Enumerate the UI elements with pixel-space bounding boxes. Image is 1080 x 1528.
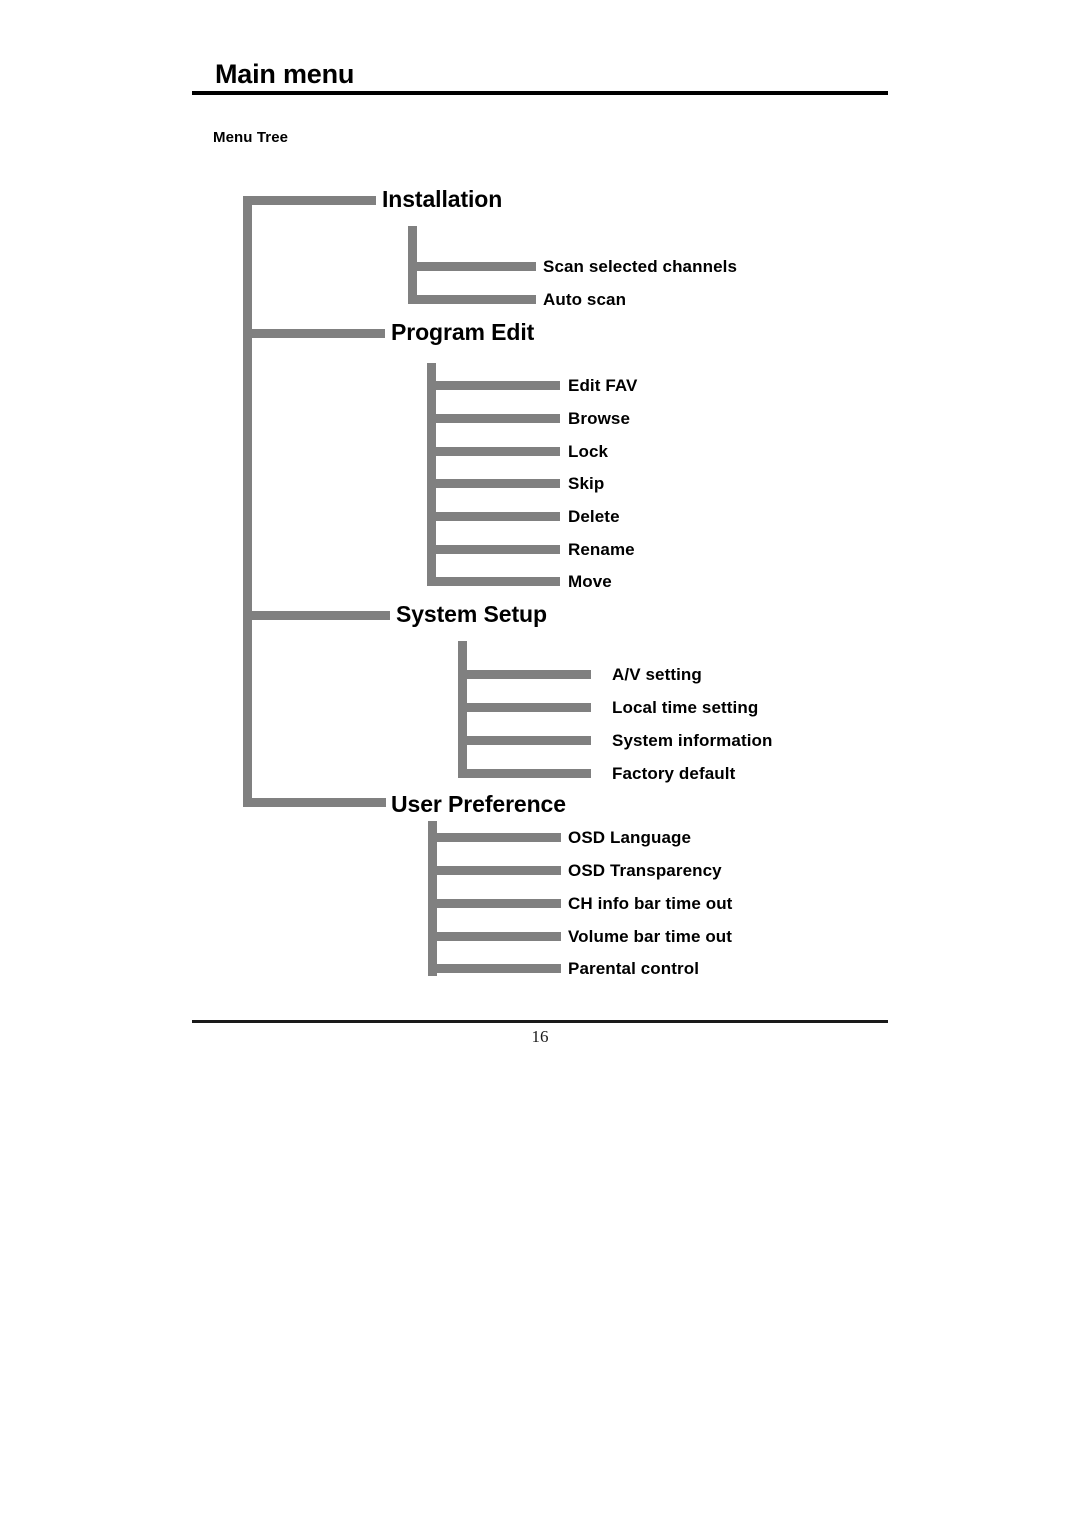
menu-tree-diagram: Installation Scan selected channels Auto…	[0, 0, 1080, 1020]
tree-connector-local-time-setting	[458, 703, 591, 712]
tree-connector-user-preference	[243, 798, 386, 807]
tree-connector-browse	[427, 414, 560, 423]
tree-connector-program-edit	[243, 329, 385, 338]
tree-connector-edit-fav	[427, 381, 560, 390]
tree-leaf-local-time-setting[interactable]: Local time setting	[612, 698, 758, 718]
tree-leaf-auto-scan[interactable]: Auto scan	[543, 290, 626, 310]
tree-connector-skip	[427, 479, 560, 488]
tree-connector-factory-default	[458, 769, 591, 778]
tree-node-program-edit[interactable]: Program Edit	[391, 319, 534, 346]
tree-connector-ch-info-bar-time-out	[428, 899, 561, 908]
footer-divider	[192, 1020, 888, 1023]
tree-connector-volume-bar-time-out	[428, 932, 561, 941]
tree-leaf-parental-control[interactable]: Parental control	[568, 959, 699, 979]
tree-node-installation[interactable]: Installation	[382, 186, 502, 213]
tree-connector-installation	[243, 196, 376, 205]
tree-connector-osd-transparency	[428, 866, 561, 875]
tree-connector-osd-language	[428, 833, 561, 842]
tree-connector-scan-selected-channels	[408, 262, 536, 271]
tree-leaf-move[interactable]: Move	[568, 572, 612, 592]
tree-connector-delete	[427, 512, 560, 521]
tree-connector-lock	[427, 447, 560, 456]
tree-connector-move	[427, 577, 560, 586]
tree-leaf-system-information[interactable]: System information	[612, 731, 773, 751]
tree-leaf-rename[interactable]: Rename	[568, 540, 635, 560]
tree-leaf-factory-default[interactable]: Factory default	[612, 764, 735, 784]
tree-connector-system-setup	[243, 611, 390, 620]
tree-leaf-browse[interactable]: Browse	[568, 409, 630, 429]
tree-connector-av-setting	[458, 670, 591, 679]
tree-trunk-vertical	[243, 196, 252, 807]
tree-connector-parental-control	[428, 964, 561, 973]
tree-leaf-edit-fav[interactable]: Edit FAV	[568, 376, 637, 396]
tree-leaf-skip[interactable]: Skip	[568, 474, 604, 494]
tree-leaf-lock[interactable]: Lock	[568, 442, 608, 462]
tree-leaf-volume-bar-time-out[interactable]: Volume bar time out	[568, 927, 732, 947]
tree-leaf-av-setting[interactable]: A/V setting	[612, 665, 702, 685]
tree-connector-auto-scan	[408, 295, 536, 304]
tree-node-system-setup[interactable]: System Setup	[396, 601, 547, 628]
tree-leaf-ch-info-bar-time-out[interactable]: CH info bar time out	[568, 894, 732, 914]
tree-node-user-preference[interactable]: User Preference	[391, 791, 566, 818]
page-number: 16	[531, 1027, 549, 1046]
tree-leaf-osd-language[interactable]: OSD Language	[568, 828, 691, 848]
tree-leaf-delete[interactable]: Delete	[568, 507, 620, 527]
tree-leaf-osd-transparency[interactable]: OSD Transparency	[568, 861, 722, 881]
tree-connector-system-information	[458, 736, 591, 745]
manual-page: Main menu Menu Tree Installation Scan se…	[0, 0, 1080, 1528]
tree-connector-rename	[427, 545, 560, 554]
tree-leaf-scan-selected-channels[interactable]: Scan selected channels	[543, 257, 737, 277]
